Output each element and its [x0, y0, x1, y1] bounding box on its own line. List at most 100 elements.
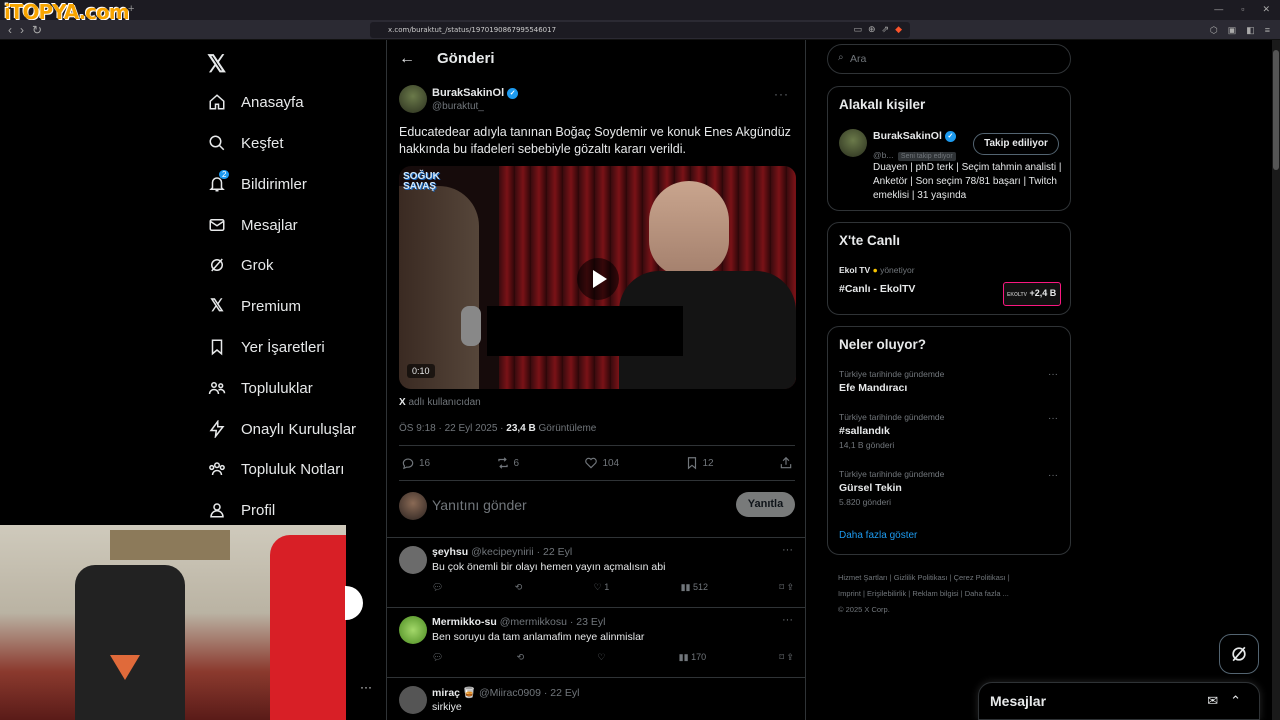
nav-bookmarks[interactable]: Yer İşaretleri: [207, 337, 325, 357]
share-icon[interactable]: ⇗: [882, 25, 890, 35]
live-thumbnail[interactable]: EKOLTV +2,4 B: [1003, 282, 1061, 306]
expand-icon[interactable]: ⌃: [1230, 693, 1241, 709]
webcam-shelf: [110, 530, 230, 560]
like-button[interactable]: ♡ 1: [594, 582, 610, 593]
trend-item[interactable]: Türkiye tarihinde gündemde Gürsel Tekin …: [839, 469, 944, 507]
related-name[interactable]: BurakSakinOl ✓: [873, 130, 956, 142]
reply-submit-button[interactable]: Yanıtla: [736, 492, 795, 517]
grok-floating-button[interactable]: [1219, 634, 1259, 674]
following-button[interactable]: Takip ediliyor: [973, 133, 1059, 155]
video-player[interactable]: SOĞUK SAVAŞ 0:10: [399, 166, 796, 389]
avatar[interactable]: [399, 686, 427, 714]
avatar[interactable]: [399, 616, 427, 644]
forward-button[interactable]: ›: [20, 23, 24, 37]
scroll-thumb[interactable]: [1273, 50, 1279, 170]
address-bar[interactable]: x.com/buraktut_/status/19701908679955460…: [370, 22, 910, 38]
reply-composer: Yanıtını gönder Yanıtla: [399, 492, 795, 524]
back-arrow-icon[interactable]: ←: [399, 50, 415, 68]
author-handle[interactable]: @buraktut_: [432, 101, 484, 112]
reply-icon[interactable]: 💬︎: [432, 652, 443, 663]
bookmark-share-icons[interactable]: ⌑ ⇪: [779, 582, 794, 593]
play-icon[interactable]: [577, 258, 619, 300]
trend-item[interactable]: Türkiye tarihinde gündemde Efe Mandıracı: [839, 369, 944, 394]
zoom-icon[interactable]: ⊕: [868, 25, 876, 35]
nav-communities[interactable]: Topluluklar: [207, 378, 313, 398]
views-button[interactable]: ▮▮ 512: [681, 582, 708, 593]
more-options-icon[interactable]: ···: [1048, 369, 1058, 380]
bookmark-button[interactable]: 12: [685, 456, 714, 470]
more-options-icon[interactable]: ···: [774, 87, 789, 101]
nav-label: Topluluklar: [241, 379, 313, 397]
nav-label: Yer İşaretleri: [241, 338, 325, 356]
nav-messages[interactable]: Mesajlar: [207, 215, 298, 235]
search-icon: [207, 133, 227, 153]
menu-icon[interactable]: ≡: [1265, 25, 1270, 36]
avatar[interactable]: [839, 129, 867, 157]
lightning-icon: [207, 419, 227, 439]
maximize-button[interactable]: ▫: [1241, 4, 1244, 15]
nav-explore[interactable]: Keşfet: [207, 133, 284, 153]
divider: [399, 445, 795, 446]
bookmark-share-icons[interactable]: ⌑ ⇪: [779, 652, 794, 663]
x-logo[interactable]: 𝕏: [207, 50, 226, 79]
more-options-icon[interactable]: ···: [782, 614, 793, 626]
repost-icon[interactable]: ⟲: [517, 652, 525, 663]
browser-toolbar: ‹ › ↻ x.com/buraktut_/status/19701908679…: [0, 20, 1280, 40]
new-message-icon[interactable]: ✉: [1207, 693, 1218, 709]
footer-line[interactable]: Hizmet Şartları | Gizlilik Politikası | …: [838, 570, 1078, 586]
live-host[interactable]: Ekol TV ● yönetiyor: [839, 265, 915, 275]
reload-button[interactable]: ↻: [32, 23, 42, 37]
views-button[interactable]: ▮▮ 170: [679, 652, 706, 663]
more-options-icon[interactable]: ···: [782, 544, 793, 556]
repost-button[interactable]: 6: [496, 456, 519, 470]
reply-button[interactable]: 16: [401, 456, 430, 470]
share-button[interactable]: [779, 456, 793, 470]
search-input[interactable]: ⌕ Ara: [827, 44, 1071, 74]
reply-actions: 💬︎ ⟲ ♡ ▮▮ 170 ⌑ ⇪: [432, 652, 794, 663]
messages-drawer[interactable]: Mesajlar ✉ ⌃: [978, 682, 1260, 720]
nav-community-notes[interactable]: Topluluk Notları: [207, 459, 344, 479]
more-icon[interactable]: ···: [360, 680, 372, 694]
scrollbar[interactable]: [1272, 40, 1280, 720]
more-options-icon[interactable]: ···: [1048, 413, 1058, 424]
avatar[interactable]: [399, 85, 427, 113]
nav-profile[interactable]: Profil: [207, 500, 275, 520]
extensions-icon[interactable]: ⬡: [1210, 25, 1218, 36]
live-stream-title[interactable]: #Canlı - EkolTV: [839, 283, 915, 295]
repost-icon[interactable]: ⟲: [515, 582, 523, 593]
new-tab-button[interactable]: +: [128, 3, 134, 15]
brave-shield-icon[interactable]: ◆: [895, 25, 902, 35]
reply-item[interactable]: şeyhsu @kecipeynirii · 22 Eyl Bu çok öne…: [387, 537, 805, 607]
card-title: X'te Canlı: [839, 233, 900, 248]
avatar[interactable]: [399, 546, 427, 574]
reader-icon[interactable]: ▭: [853, 25, 862, 35]
reply-item[interactable]: miraç 🥃 @Miirac0909 · 22 Eyl sirkiye: [387, 677, 805, 720]
close-button[interactable]: ✕: [1262, 4, 1270, 15]
search-icon: ⌕: [838, 52, 844, 63]
nav-premium[interactable]: 𝕏 Premium: [207, 296, 301, 316]
like-button[interactable]: 104: [584, 456, 619, 470]
nav-grok[interactable]: Grok: [207, 255, 274, 275]
footer-line[interactable]: Imprint | Erişilebilirlik | Reklam bilgi…: [838, 586, 1078, 602]
nav-verified-orgs[interactable]: Onaylı Kuruluşlar: [207, 419, 356, 439]
sidebar-toggle-icon[interactable]: ◧: [1246, 25, 1255, 36]
media-source[interactable]: X adlı kullanıcıdan: [399, 397, 481, 408]
footer-links: Hizmet Şartları | Gizlilik Politikası | …: [838, 570, 1078, 618]
like-button[interactable]: ♡: [597, 652, 605, 663]
wallet-icon[interactable]: ▣: [1228, 25, 1237, 36]
nav-notifications[interactable]: 2 Bildirimler: [207, 170, 307, 194]
author-name[interactable]: BurakSakinOl ✓: [432, 87, 519, 99]
nav-home[interactable]: Anasayfa: [207, 92, 304, 112]
partial-circle-button[interactable]: [345, 586, 363, 620]
webcam-overlay: [0, 525, 346, 720]
reply-text: Ben soruyu da tam anlamafim neye alinmis…: [432, 631, 645, 643]
trend-item[interactable]: Türkiye tarihinde gündemde #sallandık 14…: [839, 412, 944, 450]
back-button[interactable]: ‹: [8, 23, 12, 37]
reply-icon[interactable]: 💬︎: [432, 582, 443, 593]
minimize-button[interactable]: —: [1214, 4, 1223, 15]
more-options-icon[interactable]: ···: [1048, 470, 1058, 481]
show-more-link[interactable]: Daha fazla göster: [839, 530, 917, 541]
reply-item[interactable]: Mermikko-su @mermikkosu · 23 Eyl Ben sor…: [387, 607, 805, 677]
messages-icons: ✉ ⌃: [1207, 693, 1241, 709]
reply-input[interactable]: Yanıtını gönder: [432, 497, 527, 513]
